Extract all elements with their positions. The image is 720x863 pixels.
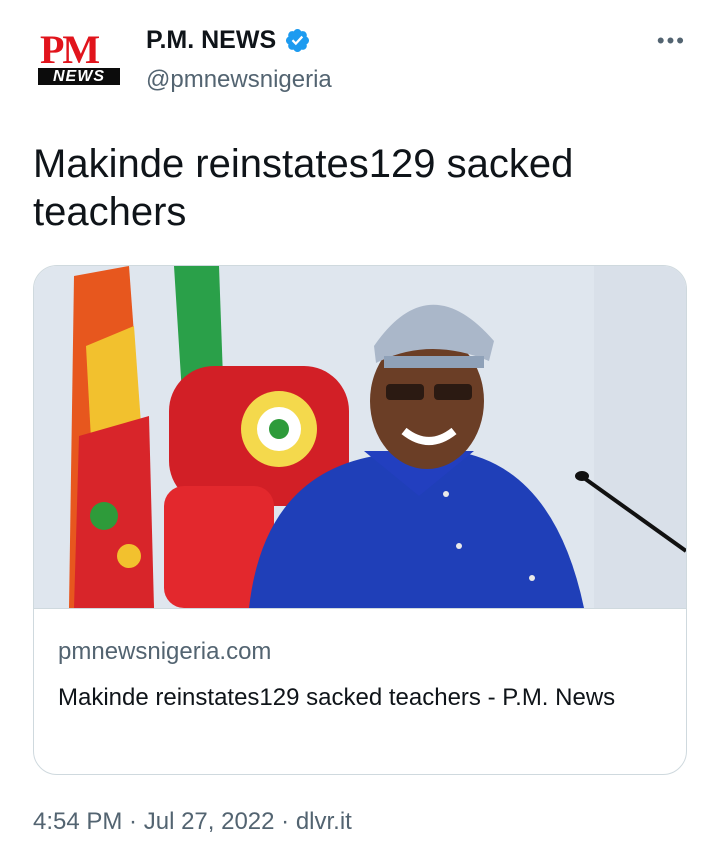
- card-domain: pmnewsnigeria.com: [58, 638, 272, 665]
- more-dots-icon[interactable]: •••: [657, 28, 686, 54]
- card-title: Makinde reinstates129 sacked teachers - …: [58, 684, 616, 711]
- tweet-source[interactable]: dlvr.it: [296, 808, 352, 836]
- avatar-logo-bottom: NEWS: [38, 68, 120, 85]
- link-card[interactable]: pmnewsnigeria.com Makinde reinstates129 …: [33, 265, 687, 775]
- avatar-logo-top: PM: [40, 27, 100, 72]
- user-handle[interactable]: @pmnewsnigeria: [146, 66, 332, 94]
- meta-separator: ·: [122, 808, 144, 835]
- tweet-header: PM NEWS P.M. NEWS @pmnewsnigeria •••: [36, 24, 686, 104]
- tweet-time[interactable]: 4:54 PM: [33, 808, 122, 836]
- avatar[interactable]: PM NEWS: [36, 30, 122, 86]
- meta-separator: ·: [274, 808, 296, 835]
- card-image[interactable]: [34, 266, 686, 609]
- verified-badge-icon: [286, 28, 310, 53]
- tweet-meta: 4:54 PM · Jul 27, 2022 · dlvr.it: [33, 808, 352, 836]
- display-name[interactable]: P.M. NEWS: [146, 26, 276, 55]
- name-line: P.M. NEWS: [146, 26, 311, 55]
- tweet-date[interactable]: Jul 27, 2022: [144, 808, 275, 836]
- tweet-text: Makinde reinstates129 sacked teachers: [33, 142, 574, 234]
